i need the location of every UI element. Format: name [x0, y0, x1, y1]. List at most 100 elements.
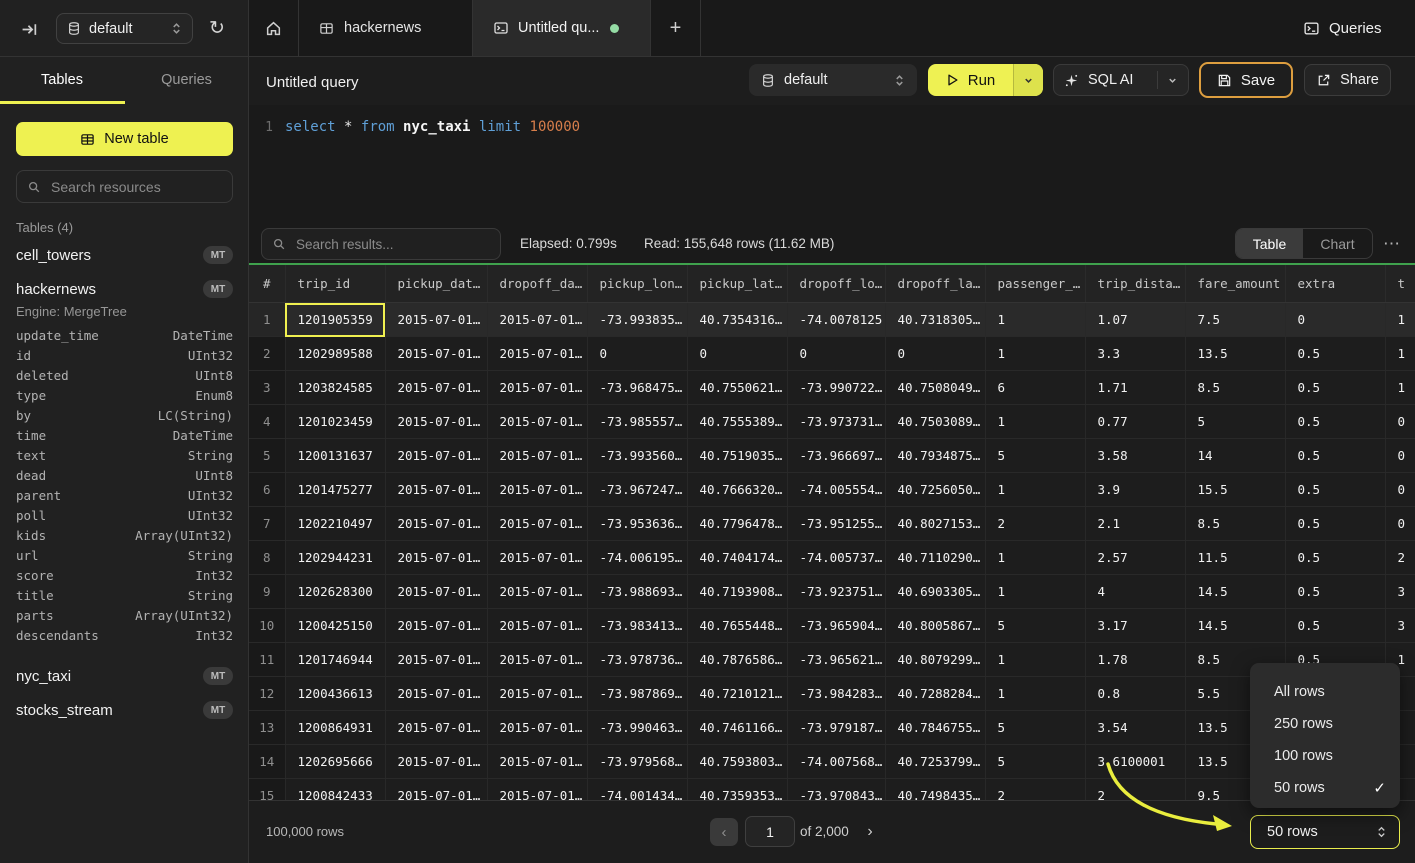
run-button[interactable]: Run: [928, 64, 1043, 96]
table-cell[interactable]: 40.7461166…: [687, 711, 787, 745]
table-cell[interactable]: 3.6100001: [1085, 745, 1185, 779]
table-cell[interactable]: 1201746944: [285, 643, 385, 677]
table-cell[interactable]: 2015-07-01…: [487, 337, 587, 371]
table-cell[interactable]: -74.005737…: [787, 541, 885, 575]
query-database-selector[interactable]: default: [749, 64, 917, 96]
table-cell[interactable]: -73.990463…: [587, 711, 687, 745]
table-cell[interactable]: 0.5: [1285, 405, 1385, 439]
table-cell[interactable]: 1: [985, 303, 1085, 337]
table-cell[interactable]: 1201475277: [285, 473, 385, 507]
table-cell[interactable]: 2: [985, 507, 1085, 541]
table-cell[interactable]: 40.7796478…: [687, 507, 787, 541]
table-cell[interactable]: 1: [985, 405, 1085, 439]
table-cell[interactable]: 0.5: [1285, 507, 1385, 541]
column-header[interactable]: passenger_…: [985, 265, 1085, 303]
table-cell[interactable]: 0.5: [1285, 371, 1385, 405]
row-number-cell[interactable]: 2: [249, 337, 285, 371]
table-cell[interactable]: -73.951255…: [787, 507, 885, 541]
table-cell[interactable]: 40.8079299…: [885, 643, 985, 677]
table-cell[interactable]: 0: [587, 337, 687, 371]
table-cell[interactable]: 0: [1285, 303, 1385, 337]
page-size-select[interactable]: 50 rows: [1250, 815, 1400, 849]
table-cell[interactable]: 5: [985, 711, 1085, 745]
next-page-button[interactable]: ›: [858, 818, 882, 846]
table-cell[interactable]: 15.5: [1185, 473, 1285, 507]
table-cell[interactable]: 1200425150: [285, 609, 385, 643]
table-cell[interactable]: 3.3: [1085, 337, 1185, 371]
table-cell[interactable]: 40.6903305…: [885, 575, 985, 609]
table-cell[interactable]: -74.007568…: [787, 745, 885, 779]
chevron-down-icon[interactable]: [1167, 75, 1178, 86]
column-header[interactable]: dropoff_da…: [487, 265, 587, 303]
table-cell[interactable]: 1: [1385, 337, 1415, 371]
table-cell[interactable]: 40.7359353…: [687, 779, 787, 801]
save-button[interactable]: Save: [1199, 62, 1293, 98]
table-cell[interactable]: 2015-07-01…: [487, 779, 587, 801]
refresh-icon[interactable]: ↻: [205, 16, 229, 40]
table-cell[interactable]: 2015-07-01…: [385, 779, 487, 801]
table-cell[interactable]: -73.979187…: [787, 711, 885, 745]
table-cell[interactable]: 0.5: [1285, 541, 1385, 575]
column-header[interactable]: extra: [1285, 265, 1385, 303]
table-cell[interactable]: 2015-07-01…: [385, 541, 487, 575]
table-cell[interactable]: 2: [985, 779, 1085, 801]
row-number-cell[interactable]: 7: [249, 507, 285, 541]
table-cell[interactable]: 40.7846755…: [885, 711, 985, 745]
table-cell[interactable]: 0.5: [1285, 439, 1385, 473]
column-header[interactable]: pickup_dat…: [385, 265, 487, 303]
prev-page-button[interactable]: ‹: [710, 818, 738, 846]
table-cell[interactable]: 40.7498435…: [885, 779, 985, 801]
row-number-cell[interactable]: 4: [249, 405, 285, 439]
table-cell[interactable]: 1202989588: [285, 337, 385, 371]
table-cell[interactable]: 3.54: [1085, 711, 1185, 745]
table-cell[interactable]: -74.006195…: [587, 541, 687, 575]
table-cell[interactable]: 6: [985, 371, 1085, 405]
row-number-cell[interactable]: 15: [249, 779, 285, 801]
table-cell[interactable]: 2.1: [1085, 507, 1185, 541]
table-cell[interactable]: 1200842433: [285, 779, 385, 801]
table-cell[interactable]: 1: [985, 337, 1085, 371]
table-cell[interactable]: 2015-07-01…: [385, 405, 487, 439]
table-cell[interactable]: 4: [1085, 575, 1185, 609]
table-cell[interactable]: 1: [1385, 303, 1415, 337]
rows-menu-item[interactable]: All rows: [1250, 676, 1400, 708]
row-number-cell[interactable]: 3: [249, 371, 285, 405]
table-cell[interactable]: 2015-07-01…: [385, 677, 487, 711]
table-cell[interactable]: 0.5: [1285, 609, 1385, 643]
table-cell[interactable]: 2015-07-01…: [487, 439, 587, 473]
column-header[interactable]: dropoff_lo…: [787, 265, 885, 303]
table-cell[interactable]: -73.970843…: [787, 779, 885, 801]
table-cell[interactable]: 1202695666: [285, 745, 385, 779]
table-cell[interactable]: 0: [885, 337, 985, 371]
table-cell[interactable]: 0.5: [1285, 473, 1385, 507]
row-number-cell[interactable]: 5: [249, 439, 285, 473]
table-cell[interactable]: 0: [1385, 507, 1415, 541]
table-cell[interactable]: 40.7508049…: [885, 371, 985, 405]
table-cell[interactable]: 40.7256050…: [885, 473, 985, 507]
table-cell[interactable]: 40.7318305…: [885, 303, 985, 337]
table-cell[interactable]: 40.7593803…: [687, 745, 787, 779]
column-header[interactable]: trip_id: [285, 265, 385, 303]
table-cell[interactable]: 0: [787, 337, 885, 371]
table-cell[interactable]: -74.001434…: [587, 779, 687, 801]
rows-menu-item[interactable]: 50 rows✓: [1250, 772, 1400, 804]
table-cell[interactable]: 1203824585: [285, 371, 385, 405]
table-cell[interactable]: 1.78: [1085, 643, 1185, 677]
table-cell[interactable]: 3.17: [1085, 609, 1185, 643]
row-number-cell[interactable]: 13: [249, 711, 285, 745]
column-header[interactable]: fare_amount: [1185, 265, 1285, 303]
table-cell[interactable]: 1: [985, 643, 1085, 677]
resource-search[interactable]: [16, 170, 233, 203]
run-options-caret[interactable]: [1013, 64, 1043, 96]
table-cell[interactable]: 2015-07-01…: [487, 711, 587, 745]
table-cell[interactable]: 2015-07-01…: [385, 439, 487, 473]
column-header[interactable]: pickup_lon…: [587, 265, 687, 303]
table-cell[interactable]: 2015-07-01…: [487, 643, 587, 677]
table-cell[interactable]: 40.7934875…: [885, 439, 985, 473]
table-cell[interactable]: 2015-07-01…: [487, 473, 587, 507]
table-cell[interactable]: 1: [1385, 371, 1415, 405]
table-cell[interactable]: -73.967247…: [587, 473, 687, 507]
sidebar-item-cell-towers[interactable]: cell_towers MT: [16, 245, 233, 265]
sidebar-item-nyc-taxi[interactable]: nyc_taxi MT: [16, 666, 233, 686]
table-cell[interactable]: 0: [1385, 405, 1415, 439]
